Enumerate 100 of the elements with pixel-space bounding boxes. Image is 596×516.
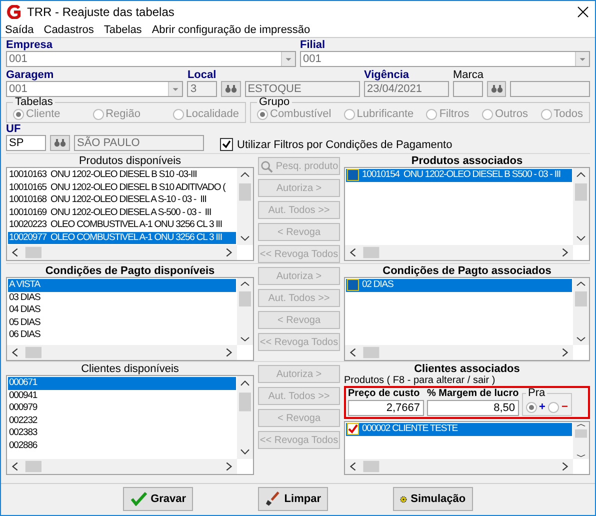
close-icon[interactable] [577,6,589,18]
list-heading: Clientes associados [413,363,521,375]
radio-button[interactable] [526,402,537,412]
checkmark-icon [130,492,147,506]
radio-option[interactable]: + [526,401,546,413]
horizontal-scrollbar[interactable] [345,459,573,474]
binoculars-icon [225,84,238,94]
radio-button[interactable] [172,108,184,120]
location-code-field[interactable]: 3 [187,81,218,97]
list-item[interactable]: 000002 CLIENTE TESTE [346,423,572,436]
garage-combo[interactable]: 001 [6,81,184,97]
radio-option[interactable]: Filtros [426,108,470,120]
radio-button[interactable] [13,108,24,120]
brush-icon [264,491,280,507]
profit-margin-field[interactable]: 8,50 [427,400,519,416]
binoculars-icon [490,84,503,94]
list-item[interactable]: 04 DIAS [8,304,236,316]
date-field[interactable]: 23/04/2021 [364,81,449,97]
list-box[interactable] [6,167,254,261]
app-logo-icon [7,4,21,18]
list-item[interactable]: 002886 [8,440,236,452]
list-item[interactable]: 000979 [8,402,236,414]
radio-button[interactable] [344,108,355,120]
radio-option[interactable]: Todos [540,108,583,120]
item-text: 06 DIAS [9,329,40,342]
list-item[interactable]: 000941 [8,390,236,402]
item-text: 002886 [9,440,38,452]
horizontal-scrollbar[interactable] [345,245,573,260]
field-label: Marca [452,69,483,81]
list-box[interactable]: 000671 000941 000979 002232 002383 002886 [6,375,254,475]
state-code-field[interactable]: SP [6,135,46,151]
cost-price-field[interactable]: 2,7667 [348,400,424,416]
horizontal-scrollbar[interactable] [345,345,573,360]
list-item[interactable]: 03 DIAS [8,292,236,304]
branch-combo[interactable]: 001 [300,51,590,67]
list-item[interactable]: 002383 [8,427,236,440]
menu-item[interactable]: Saída [5,24,34,36]
company-combo[interactable]: 001 [6,51,296,67]
search-button[interactable] [486,81,506,97]
radio-button[interactable] [257,108,268,120]
list-item[interactable]: 000671 [8,377,236,390]
menu-item[interactable]: Cadastros [44,24,94,36]
radio-option[interactable]: − [548,401,568,413]
radio-option[interactable]: Localidade [172,108,239,120]
search-button[interactable] [50,135,70,151]
field-label: Filial [300,39,326,51]
horizontal-scrollbar[interactable] [7,245,237,260]
menu-item[interactable]: Tabelas [104,24,142,36]
action-button[interactable]: Limpar [258,487,328,511]
vertical-scrollbar[interactable] [237,278,253,345]
vertical-scrollbar[interactable] [237,376,253,459]
search-button[interactable] [221,81,241,97]
group-title: Pra [527,388,546,399]
list-item[interactable]: 02 DIAS [346,279,572,292]
list-item[interactable]: 10010163 ONU 1202-OLEO DIESEL B S10 -03-III [8,169,236,182]
list-box[interactable]: 10010154 ONU 1202-OLEO DIESEL B S500 - 03 - III [344,167,590,261]
brand-field[interactable] [452,81,483,97]
radio-button[interactable] [548,402,560,412]
radio-option[interactable]: Lubrificante [344,108,414,120]
radio-option[interactable]: Região [92,108,140,120]
list-item[interactable]: 05 DIAS [8,316,236,329]
radio-button[interactable] [482,108,493,120]
horizontal-scrollbar[interactable] [7,345,237,360]
checkbox[interactable] [347,423,359,436]
vertical-scrollbar[interactable] [573,422,589,459]
field-label: Garagem [6,69,55,81]
list-box[interactable]: 02 DIAS [344,277,590,361]
list-item[interactable]: 002232 [8,414,236,427]
action-button[interactable]: Simulação [392,487,473,511]
vertical-scrollbar[interactable] [237,168,253,245]
list-item[interactable]: A VISTA [8,279,236,292]
vertical-scrollbar[interactable] [573,278,589,345]
location-name-field: ESTOQUE [244,81,360,97]
radio-button[interactable] [426,108,438,120]
horizontal-scrollbar[interactable] [7,459,237,474]
list-box[interactable]: A VISTA 03 DIAS 04 DIAS 05 DIAS 06 DIAS [6,277,254,361]
list-item[interactable]: 06 DIAS [8,329,236,342]
field-label: Local [187,69,218,81]
radio-option[interactable]: Outros [482,108,528,120]
radio-button[interactable] [92,108,104,120]
vertical-scrollbar[interactable] [573,168,589,245]
magnifier-icon [260,160,273,172]
radio-option[interactable]: Cliente [13,108,60,120]
list-heading: Condições de Pagto associados [382,265,552,277]
radio-option[interactable]: Combustível [257,108,332,120]
item-text: 000941 [9,390,38,402]
item-text: 000671 [9,377,38,390]
checkbox-label: Utilizar Filtros por Condições de Pagamento [237,138,452,150]
group-title: Tabelas [14,97,54,108]
list-box[interactable]: 000002 CLIENTE TESTE [344,421,590,475]
action-button[interactable]: Gravar [123,487,194,511]
menu-item[interactable]: Abrir configuração de impressão [152,24,310,36]
checkbox[interactable] [220,138,233,151]
item-text: 10010163 ONU 1202-OLEO DIESEL B S10 -03-III [9,169,197,182]
list-heading: Produtos associados [410,155,524,167]
list-heading: Condições de Pagto disponíveis [44,265,216,277]
field-label: Vigência [364,69,410,81]
item-text: 002383 [9,427,38,440]
hint-text: Produtos ( F8 - para alterar / sair ) [344,375,496,386]
radio-button[interactable] [540,108,552,120]
